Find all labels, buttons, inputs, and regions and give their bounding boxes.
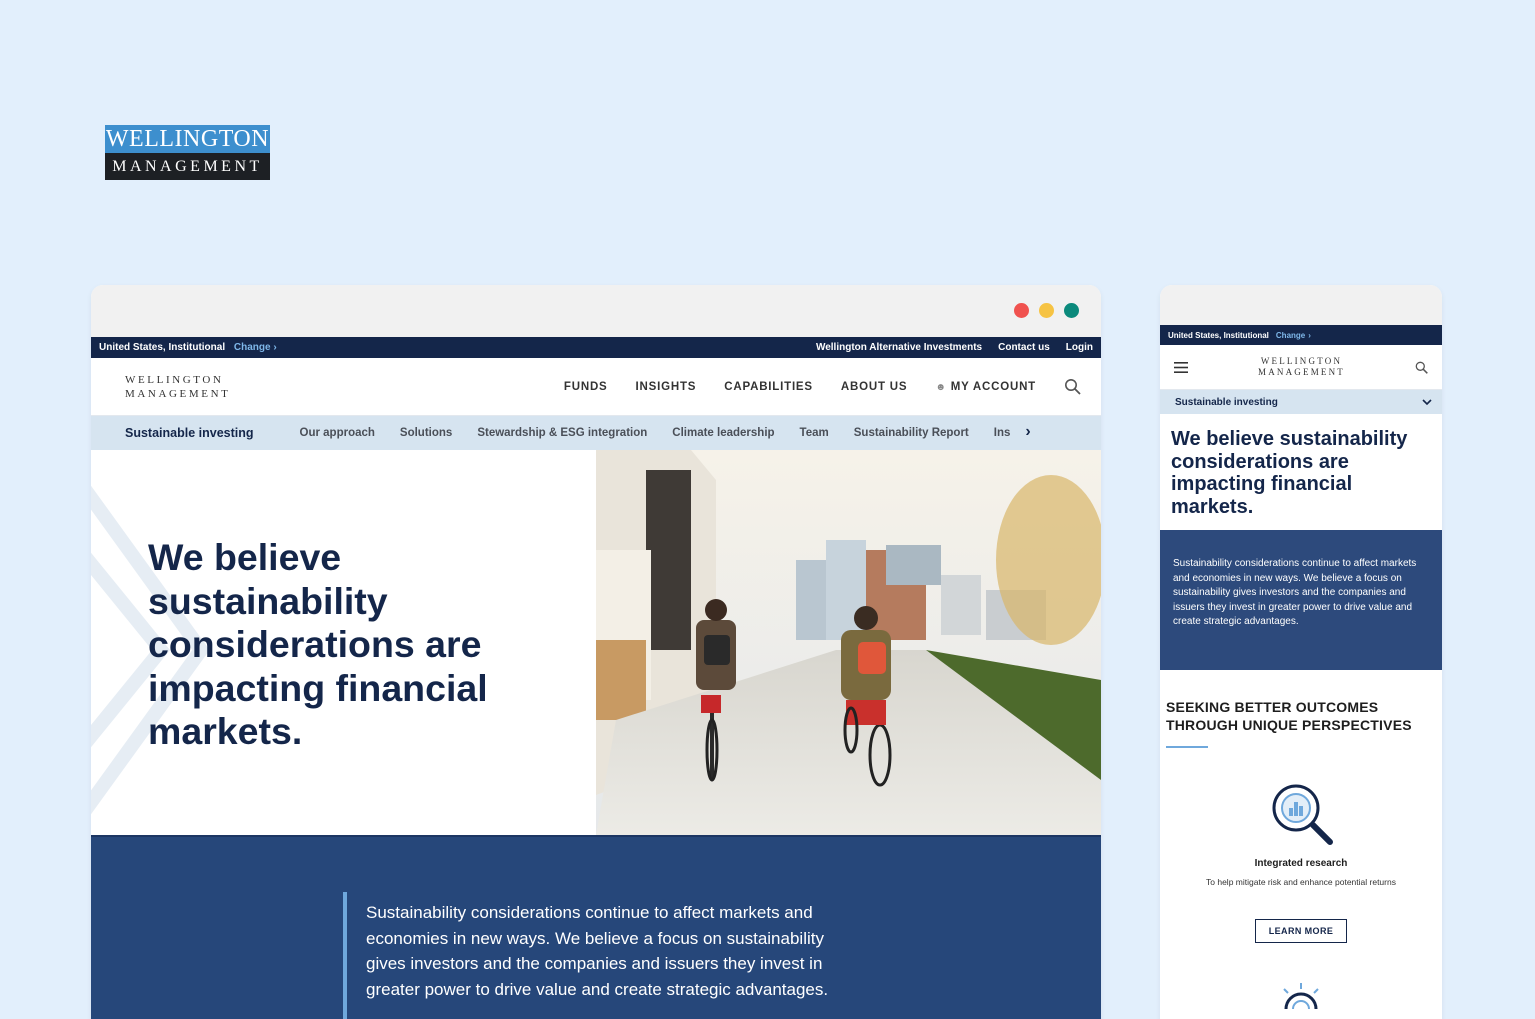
alt-investments-link[interactable]: Wellington Alternative Investments <box>816 342 982 353</box>
mobile-change-link[interactable]: Change <box>1276 331 1305 340</box>
nav-funds[interactable]: FUNDS <box>564 381 608 393</box>
hero-photo <box>596 450 1101 835</box>
mobile-logo[interactable]: WELLINGTON MANAGEMENT <box>1258 356 1345 378</box>
my-account-label: MY ACCOUNT <box>950 380 1036 393</box>
chevron-down-icon <box>1422 398 1432 405</box>
nav-logo-line2: MANAGEMENT <box>125 387 231 400</box>
subnav-stewardship[interactable]: Stewardship & ESG integration <box>477 427 647 439</box>
mobile-perspectives-section: SEEKING BETTER OUTCOMES THROUGH UNIQUE P… <box>1160 670 1442 1011</box>
contact-link[interactable]: Contact us <box>998 342 1050 353</box>
chevron-right-icon: › <box>273 342 277 353</box>
mobile-logo-line2: MANAGEMENT <box>1258 367 1345 377</box>
mobile-logo-line1: WELLINGTON <box>1260 356 1343 366</box>
feature-integrated-research: Integrated research To help mitigate ris… <box>1166 780 1436 943</box>
nav-logo[interactable]: WELLINGTON MANAGEMENT <box>125 373 230 401</box>
magnifier-chart-icon <box>1272 784 1333 845</box>
main-nav: WELLINGTON MANAGEMENT FUNDS INSIGHTS CAP… <box>91 358 1101 416</box>
window-dot-red[interactable] <box>1014 303 1029 318</box>
mobile-nav: WELLINGTON MANAGEMENT <box>1160 345 1442 390</box>
search-icon[interactable] <box>1064 378 1081 395</box>
subnav-team[interactable]: Team <box>800 427 829 439</box>
brand-logo-top: WELLINGTON <box>105 125 270 153</box>
mobile-browser-window: United States, Institutional Change › WE… <box>1160 285 1442 1019</box>
mobile-section-title: SEEKING BETTER OUTCOMES THROUGH UNIQUE P… <box>1166 699 1412 733</box>
mobile-utility-bar: United States, Institutional Change › <box>1160 325 1442 345</box>
user-icon: ☻ <box>935 381 947 393</box>
utility-bar: United States, Institutional Change › We… <box>91 337 1101 358</box>
intro-quote-section: Sustainability considerations continue t… <box>91 837 1101 1019</box>
browser-chrome <box>91 285 1101 337</box>
change-region-link[interactable]: Change <box>234 342 271 353</box>
login-link[interactable]: Login <box>1066 342 1093 353</box>
mobile-hero-headline: We believe sustainability considerations… <box>1171 428 1408 518</box>
hero: We believe sustainability considerations… <box>91 450 1101 835</box>
nav-about-us[interactable]: ABOUT US <box>841 381 907 393</box>
brand-logo: WELLINGTON MANAGEMENT <box>105 125 270 180</box>
chevron-right-icon[interactable]: › <box>1025 424 1030 440</box>
hero-text-panel: We believe sustainability considerations… <box>91 450 596 835</box>
lightbulb-icon <box>1283 983 1319 1010</box>
subnav-report[interactable]: Sustainability Report <box>854 427 969 439</box>
quote-accent-bar <box>343 892 347 1019</box>
mobile-section-label: Sustainable investing <box>1175 396 1278 408</box>
brand-logo-bottom: MANAGEMENT <box>105 153 270 180</box>
subnav-our-approach[interactable]: Our approach <box>300 427 375 439</box>
region-selector: United States, Institutional Change › <box>99 342 277 353</box>
cyclists-photo <box>596 450 1101 835</box>
nav-insights[interactable]: INSIGHTS <box>636 381 697 393</box>
nav-capabilities[interactable]: CAPABILITIES <box>724 381 813 393</box>
nav-my-account[interactable]: ☻ MY ACCOUNT <box>935 381 1036 393</box>
learn-more-button[interactable]: LEARN MORE <box>1254 919 1348 943</box>
feature-title: Integrated research <box>1254 858 1348 869</box>
hamburger-menu-icon[interactable] <box>1174 361 1188 373</box>
intro-quote-text: Sustainability considerations continue t… <box>366 903 829 999</box>
search-icon[interactable] <box>1415 361 1428 374</box>
subnav-insights-truncated[interactable]: Ins <box>994 427 1011 439</box>
nav-logo-line1: WELLINGTON <box>125 373 224 386</box>
chevron-right-icon: › <box>1308 330 1311 340</box>
window-dot-teal[interactable] <box>1064 303 1079 318</box>
section-subnav: Sustainable investing Our approach Solut… <box>91 416 1101 450</box>
region-label: United States, Institutional <box>99 342 226 353</box>
subnav-climate[interactable]: Climate leadership <box>672 427 774 439</box>
desktop-browser-window: United States, Institutional Change › We… <box>91 285 1101 1019</box>
subnav-current[interactable]: Sustainable investing <box>125 426 254 440</box>
mobile-intro-quote: Sustainability considerations continue t… <box>1160 530 1442 670</box>
feature-description: To help mitigate risk and enhance potent… <box>1206 877 1396 887</box>
window-dot-yellow[interactable] <box>1039 303 1054 318</box>
subnav-solutions[interactable]: Solutions <box>400 427 452 439</box>
mobile-chrome <box>1160 285 1442 325</box>
mobile-section-dropdown[interactable]: Sustainable investing <box>1160 390 1442 414</box>
mobile-region-label: United States, Institutional <box>1168 330 1269 340</box>
hero-headline: We believe sustainability considerations… <box>148 536 488 752</box>
section-title-rule <box>1166 746 1208 748</box>
